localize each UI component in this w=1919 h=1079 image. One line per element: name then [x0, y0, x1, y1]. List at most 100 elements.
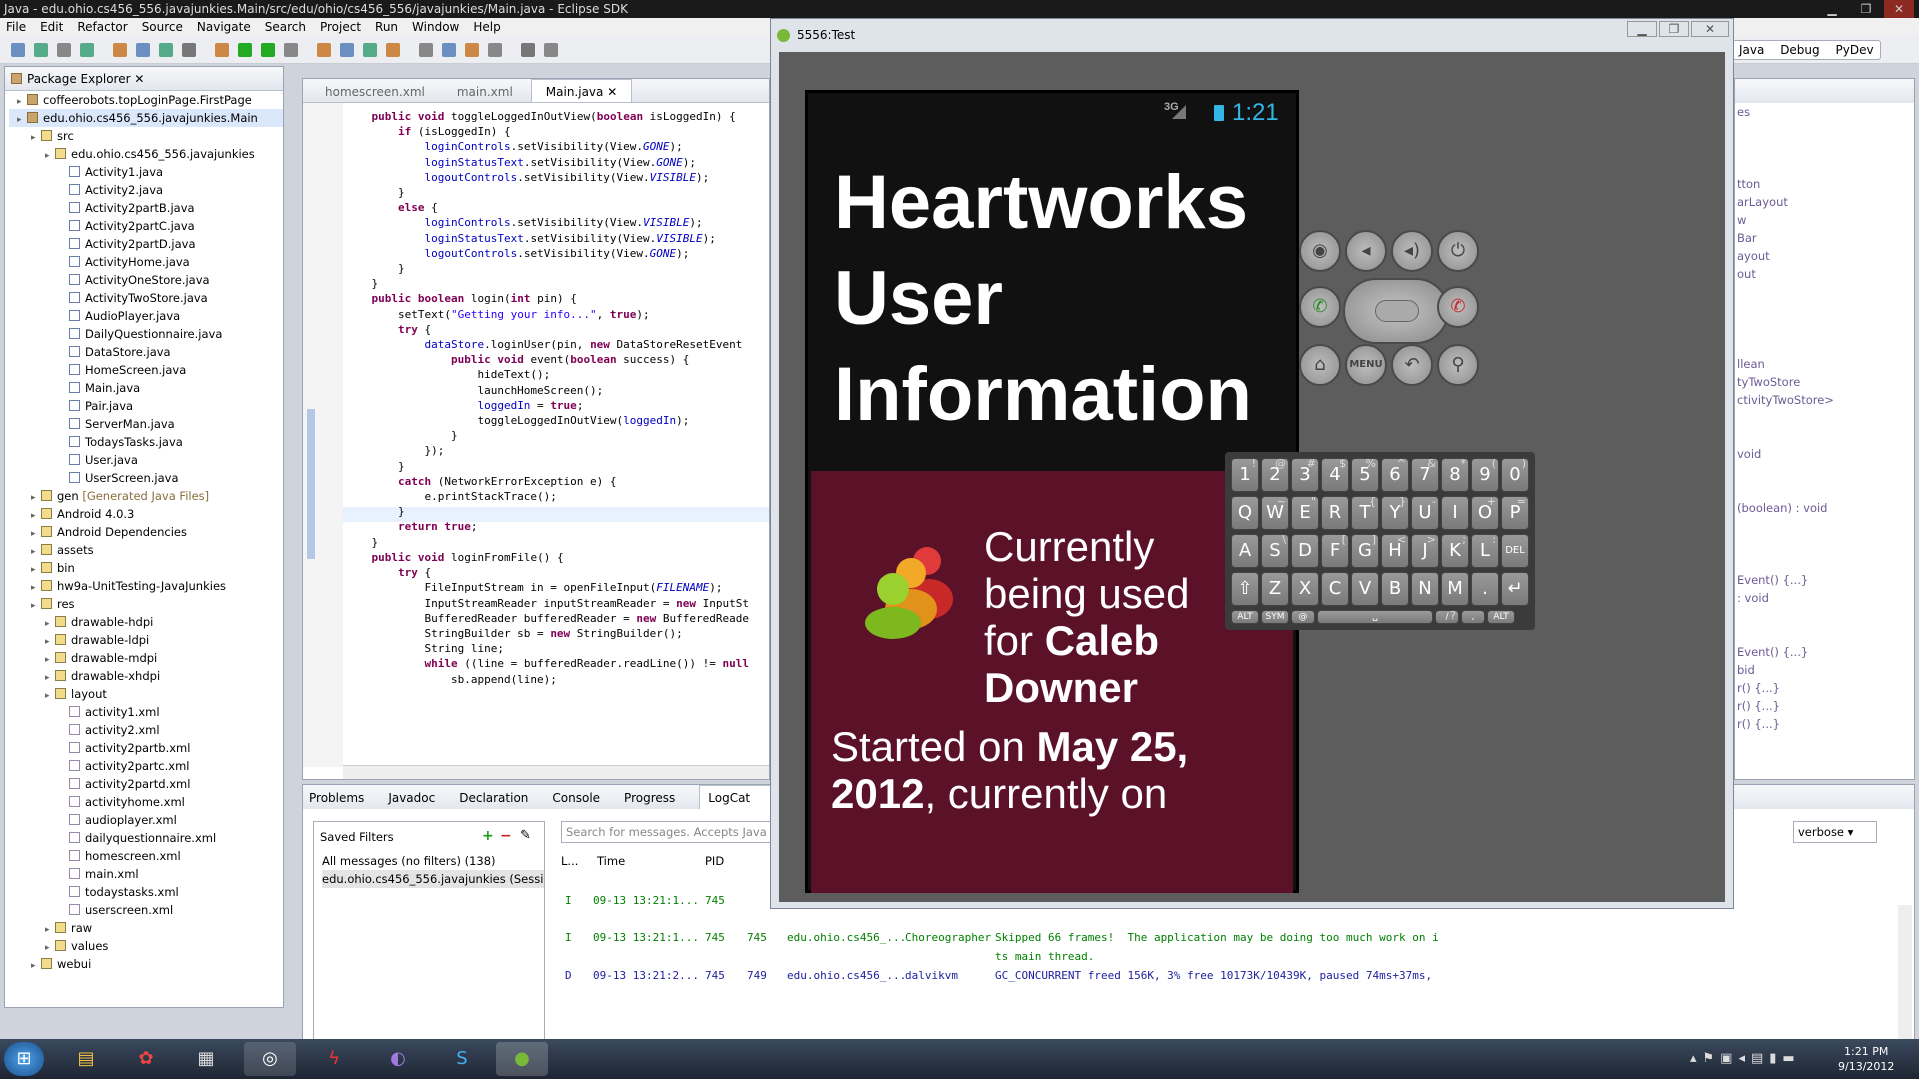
tree-item[interactable]: ServerMan.java: [9, 415, 283, 433]
tree-item[interactable]: ActivityHome.java: [9, 253, 283, 271]
key[interactable]: ALT: [1231, 610, 1259, 624]
code-area[interactable]: public void toggleLoggedInOutView(boolea…: [345, 109, 765, 761]
outline-item[interactable]: tton: [1737, 175, 1914, 193]
power-button[interactable]: ⏻: [1437, 230, 1479, 272]
key[interactable]: W ~: [1261, 496, 1289, 530]
key[interactable]: 2 @: [1261, 458, 1289, 492]
start-button[interactable]: ⊞: [4, 1042, 44, 1076]
remove-filter-icon[interactable]: −: [500, 828, 512, 844]
tree-expander-icon[interactable]: ▸: [45, 687, 55, 705]
tree-item[interactable]: ▸ layout: [9, 685, 283, 703]
toolbar-tool-icon[interactable]: [284, 43, 298, 57]
menu-project[interactable]: Project: [314, 18, 369, 34]
tree-item[interactable]: activity2partd.xml: [9, 775, 283, 793]
menu-search[interactable]: Search: [259, 18, 314, 34]
emulator-maximize-button[interactable]: ❐: [1659, 21, 1689, 37]
toolbar-tool-icon[interactable]: [317, 43, 331, 57]
key[interactable]: O +: [1471, 496, 1499, 530]
tree-item[interactable]: ▸ hw9a-UnitTesting-JavaJunkies: [9, 577, 283, 595]
menu-window[interactable]: Window: [406, 18, 467, 34]
tree-item[interactable]: ▸ drawable-ldpi: [9, 631, 283, 649]
key[interactable]: ⇧: [1231, 572, 1259, 606]
outline-item[interactable]: r() {...}: [1737, 715, 1914, 733]
key[interactable]: K;: [1441, 534, 1469, 568]
dpad[interactable]: [1343, 278, 1449, 344]
explorer-icon[interactable]: ▤: [60, 1042, 112, 1076]
key[interactable]: 1!: [1231, 458, 1259, 492]
verbosity-select[interactable]: verbose ▾: [1793, 821, 1877, 843]
tree-expander-icon[interactable]: ▸: [17, 111, 27, 129]
key[interactable]: X: [1291, 572, 1319, 606]
search-button[interactable]: ⚲: [1437, 344, 1479, 386]
key[interactable]: /?: [1435, 610, 1459, 624]
dpad-center-button[interactable]: [1375, 300, 1419, 322]
key[interactable]: ↵: [1501, 572, 1529, 606]
key[interactable]: S \: [1261, 534, 1289, 568]
tree-item[interactable]: ▸ res: [9, 595, 283, 613]
tree-item[interactable]: ▸ drawable-hdpi: [9, 613, 283, 631]
tab-console[interactable]: Console: [552, 786, 612, 809]
outline-item[interactable]: Event() {...}: [1737, 571, 1914, 589]
tree-item[interactable]: main.xml: [9, 865, 283, 883]
tree-item[interactable]: ▸ gen [Generated Java Files]: [9, 487, 283, 505]
tree-expander-icon[interactable]: ▸: [31, 597, 41, 615]
edit-filter-icon[interactable]: ✎: [520, 828, 531, 843]
tree-item[interactable]: Main.java: [9, 379, 283, 397]
toolbar-tool-icon[interactable]: [113, 43, 127, 57]
close-button[interactable]: ✕: [1884, 0, 1914, 18]
clock[interactable]: 1:21 PM 9/13/2012: [1838, 1044, 1894, 1074]
filter-item[interactable]: All messages (no filters) (138): [322, 852, 544, 870]
toolbar-tool-icon[interactable]: [363, 43, 377, 57]
menu-navigate[interactable]: Navigate: [191, 18, 259, 34]
emulator-close-button[interactable]: ✕: [1691, 21, 1729, 37]
tree-item[interactable]: ▸ raw: [9, 919, 283, 937]
flash-icon[interactable]: ϟ: [308, 1042, 360, 1076]
tree-expander-icon[interactable]: ▸: [45, 147, 55, 165]
key[interactable]: B: [1381, 572, 1409, 606]
back-button[interactable]: ↶: [1391, 344, 1433, 386]
key[interactable]: Z: [1261, 572, 1289, 606]
editor-tab[interactable]: homescreen.xml: [311, 80, 439, 102]
key[interactable]: U-: [1411, 496, 1439, 530]
key[interactable]: 0): [1501, 458, 1529, 492]
toolbar-tool-icon[interactable]: [11, 43, 25, 57]
android-emulator-icon[interactable]: ●: [496, 1042, 548, 1076]
tree-item[interactable]: Activity2partC.java: [9, 217, 283, 235]
key[interactable]: 3 #: [1291, 458, 1319, 492]
outline-item[interactable]: ctivityTwoStore>: [1737, 391, 1914, 409]
editor-tab[interactable]: Main.java ✕: [530, 79, 633, 102]
key[interactable]: A: [1231, 534, 1259, 568]
toolbar-tool-icon[interactable]: [159, 43, 173, 57]
tree-item[interactable]: activity2partc.xml: [9, 757, 283, 775]
files-icon[interactable]: ▦: [180, 1042, 232, 1076]
tree-item[interactable]: activity2.xml: [9, 721, 283, 739]
outline-item[interactable]: tyTwoStore: [1737, 373, 1914, 391]
menu-source[interactable]: Source: [136, 18, 191, 34]
toolbar-tool-icon[interactable]: [136, 43, 150, 57]
key[interactable]: 6 ^: [1381, 458, 1409, 492]
perspective-pydev[interactable]: PyDev: [1835, 43, 1873, 57]
toolbar-tool-icon[interactable]: [488, 43, 502, 57]
key[interactable]: H <: [1381, 534, 1409, 568]
outline-item[interactable]: : void: [1737, 589, 1914, 607]
camera-button[interactable]: ◉: [1299, 230, 1341, 272]
editor-tab[interactable]: main.xml: [443, 80, 527, 102]
outline-item[interactable]: bid: [1737, 661, 1914, 679]
key[interactable]: ALT: [1487, 610, 1515, 624]
tree-item[interactable]: dailyquestionnaire.xml: [9, 829, 283, 847]
key[interactable]: .: [1471, 572, 1499, 606]
key[interactable]: R: [1321, 496, 1349, 530]
key[interactable]: N: [1411, 572, 1439, 606]
minimize-button[interactable]: ▁: [1817, 0, 1847, 18]
toolbar-tool-icon[interactable]: [442, 43, 456, 57]
outline-item[interactable]: arLayout: [1737, 193, 1914, 211]
volume-up-button[interactable]: ◂): [1391, 230, 1433, 272]
outline-item[interactable]: es: [1737, 103, 1914, 121]
skype-icon[interactable]: S: [436, 1042, 488, 1076]
tray-icons[interactable]: ▴⚑▣◂▤▮▬: [1690, 1051, 1801, 1066]
perspective-java[interactable]: Java: [1739, 43, 1764, 57]
toolbar-tool-icon[interactable]: [80, 43, 94, 57]
toolbar-tool-icon[interactable]: [57, 43, 71, 57]
tree-expander-icon[interactable]: ▸: [31, 129, 41, 147]
tab-javadoc[interactable]: Javadoc: [388, 786, 447, 809]
